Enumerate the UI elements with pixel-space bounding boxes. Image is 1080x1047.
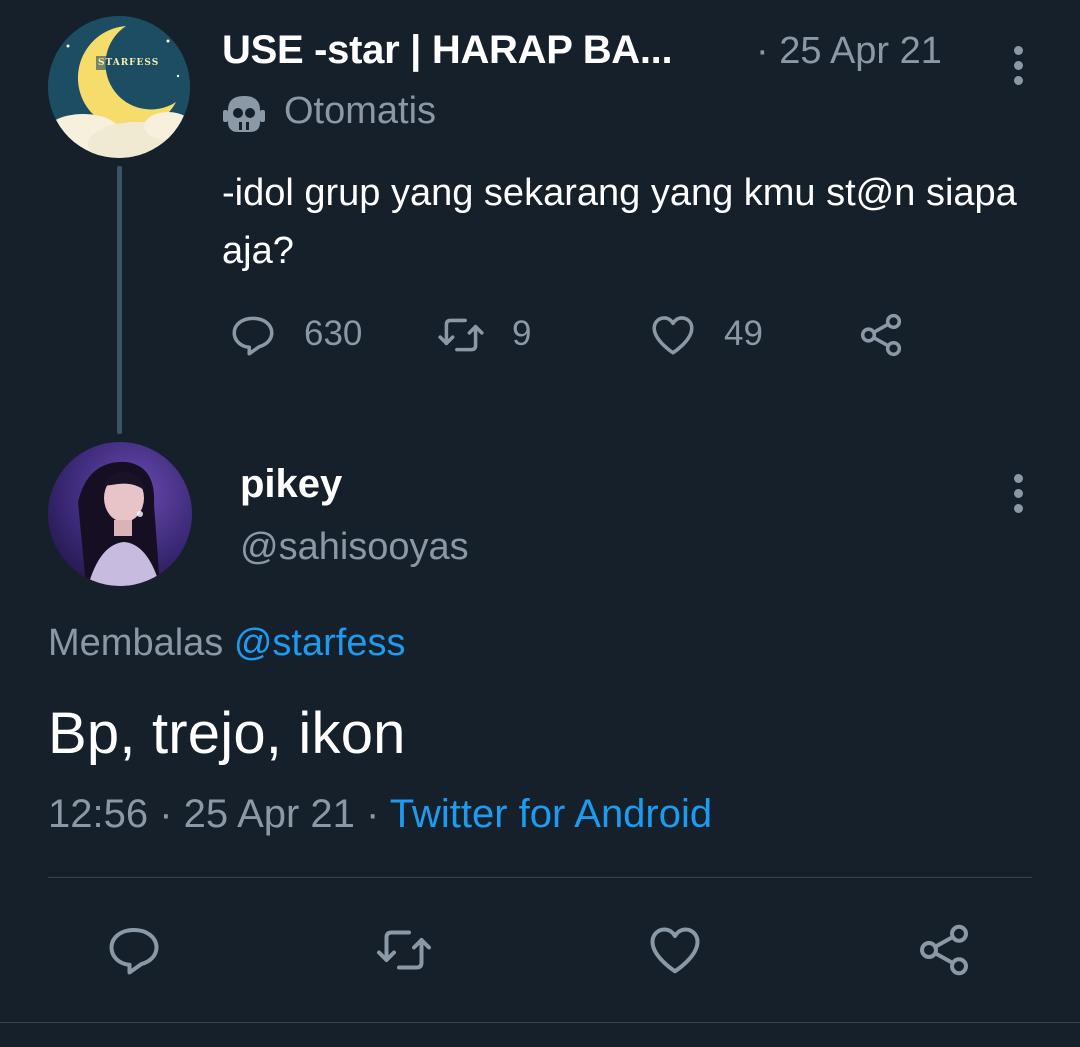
reply-count: 630 [304,314,363,353]
tweet-meta: 12:56 · 25 Apr 21 · Twitter for Android [48,792,712,837]
parent-tweet-text: -idol grup yang sekarang yang kmu st@n s… [222,172,1017,272]
share-icon[interactable] [914,920,974,980]
reply-handle[interactable]: @sahisooyas [240,526,469,569]
replying-prefix: Membalas [48,622,224,664]
replying-to-link[interactable]: @starfess [234,622,406,664]
tweet-client-link[interactable]: Twitter for Android [390,792,712,836]
retweet-count: 9 [512,314,532,353]
thread-line [117,166,122,434]
reply-tweet-text: Bp, trejo, ikon [48,701,406,766]
replying-to-line: Membalas @starfess [48,622,405,665]
divider [0,1022,1080,1023]
parent-date[interactable]: · 25 Apr 21 [756,30,942,73]
like-count: 49 [724,314,763,353]
retweet-icon[interactable] [374,920,434,980]
meta-separator: · [159,792,184,836]
tweet-time[interactable]: 12:56 [48,792,148,836]
heart-icon[interactable] [648,310,698,360]
avatar-logo-text: STARFESS [98,58,160,68]
reply-icon[interactable] [228,310,278,360]
parent-avatar[interactable]: STARFESS [48,16,190,158]
automated-label: Otomatis [284,90,437,132]
reply-display-name[interactable]: pikey [240,462,342,507]
divider [48,877,1032,878]
heart-icon[interactable] [645,920,705,980]
more-vertical-icon[interactable] [1014,46,1024,91]
robot-icon [223,96,265,132]
meta-separator: · [366,792,390,836]
more-vertical-icon[interactable] [1014,474,1024,519]
share-icon[interactable] [856,310,906,360]
retweet-icon[interactable] [436,310,486,360]
parent-display-name[interactable]: USE -star | HARAP BA... [222,28,673,73]
reply-icon[interactable] [104,920,164,980]
tweet-date[interactable]: 25 Apr 21 [184,792,355,836]
reply-avatar[interactable] [48,442,192,586]
